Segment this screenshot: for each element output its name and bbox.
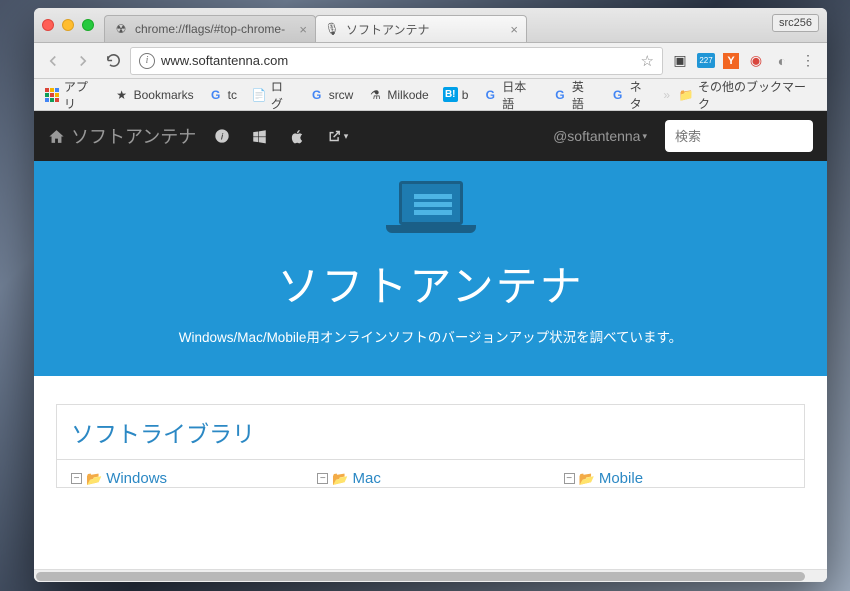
bookmark-star-icon[interactable]: ☆ xyxy=(641,52,654,70)
bookmark-item[interactable]: Gネタ xyxy=(606,76,658,114)
doc-icon: 📄 xyxy=(251,87,267,103)
star-icon: ★ xyxy=(114,87,130,103)
laptop-icon xyxy=(386,181,476,241)
google-icon: G xyxy=(482,87,498,103)
reload-button[interactable] xyxy=(100,48,126,74)
hero-section: ソフトアンテナ Windows/Mac/Mobile用オンラインソフトのバージョ… xyxy=(34,161,827,376)
arrow-left-icon xyxy=(44,52,62,70)
arrow-right-icon xyxy=(74,52,92,70)
page-content: ソフトアンテナ i ▾ @softantenna▾ xyxy=(34,111,827,582)
windows-icon[interactable] xyxy=(252,129,272,144)
bookmark-item[interactable]: ⚗Milkode xyxy=(363,85,432,105)
google-icon: G xyxy=(309,87,325,103)
tab-strip: ☢ chrome://flags/#top-chrome- × 🎙 ソフトアンテ… xyxy=(104,8,819,42)
tab-softantenna[interactable]: 🎙 ソフトアンテナ × xyxy=(315,15,527,42)
apps-icon xyxy=(44,87,60,103)
body-area: ソフトライブラリ − 📂 Windows − 📂 Mac xyxy=(34,376,827,488)
extension-icons: ▣ 227 Y ◉ ◐ ⋮ xyxy=(667,52,821,70)
b-icon: B! xyxy=(443,87,458,102)
window-controls xyxy=(42,19,94,31)
folder-icon: 📁 xyxy=(678,87,694,103)
tab-flags[interactable]: ☢ chrome://flags/#top-chrome- × xyxy=(104,15,316,42)
forward-button[interactable] xyxy=(70,48,96,74)
tree-collapse-icon[interactable]: − xyxy=(317,473,328,484)
library-link-mac[interactable]: − 📂 Mac xyxy=(317,470,543,487)
twitter-handle[interactable]: @softantenna▾ xyxy=(553,128,647,144)
bookmark-item[interactable]: ★Bookmarks xyxy=(110,85,198,105)
horizontal-scrollbar[interactable] xyxy=(34,569,827,582)
titlebar: ☢ chrome://flags/#top-chrome- × 🎙 ソフトアンテ… xyxy=(34,8,827,43)
bookmark-item[interactable]: B!b xyxy=(439,85,473,104)
maximize-window-button[interactable] xyxy=(82,19,94,31)
close-tab-icon[interactable]: × xyxy=(299,22,307,37)
home-icon xyxy=(48,128,65,145)
scrollbar-thumb[interactable] xyxy=(36,572,805,581)
extension-icon[interactable]: ◐ xyxy=(773,52,791,70)
browser-window: ☢ chrome://flags/#top-chrome- × 🎙 ソフトアンテ… xyxy=(34,8,827,582)
bookmark-item[interactable]: Gsrcw xyxy=(305,85,358,105)
extension-icon[interactable]: ▣ xyxy=(671,52,689,70)
tree-collapse-icon[interactable]: − xyxy=(71,473,82,484)
tree-collapse-icon[interactable]: − xyxy=(564,473,575,484)
apps-label: アプリ xyxy=(64,78,100,112)
other-bookmarks[interactable]: 📁 その他のブックマーク xyxy=(674,76,821,114)
close-tab-icon[interactable]: × xyxy=(510,22,518,37)
search-input[interactable] xyxy=(665,120,813,152)
info-icon[interactable]: i xyxy=(214,128,234,144)
tab-title: ソフトアンテナ xyxy=(346,21,510,38)
external-link-icon[interactable]: ▾ xyxy=(328,129,348,143)
bookmark-item[interactable]: G英語 xyxy=(548,76,600,114)
mic-icon: 🎙 xyxy=(324,21,340,37)
google-icon: G xyxy=(610,87,626,103)
hero-title: ソフトアンテナ xyxy=(54,253,807,314)
address-bar[interactable]: i www.softantenna.com ☆ xyxy=(130,47,663,75)
site-info-icon[interactable]: i xyxy=(139,53,155,69)
apple-icon[interactable] xyxy=(290,128,310,145)
extension-icon[interactable]: 227 xyxy=(697,53,715,68)
folder-open-icon: 📂 xyxy=(86,471,102,487)
library-link-mobile[interactable]: − 📂 Mobile xyxy=(564,470,790,487)
hero-subtitle: Windows/Mac/Mobile用オンラインソフトのバージョンアップ状況を調… xyxy=(54,326,807,346)
google-icon: G xyxy=(208,87,224,103)
separator: » xyxy=(663,88,670,102)
google-icon: G xyxy=(552,87,568,103)
site-brand[interactable]: ソフトアンテナ xyxy=(48,123,196,149)
site-navbar: ソフトアンテナ i ▾ @softantenna▾ xyxy=(34,111,827,161)
folder-open-icon: 📂 xyxy=(332,471,348,487)
bookmarks-bar: アプリ ★Bookmarks Gtc 📄ログ Gsrcw ⚗Milkode B!… xyxy=(34,79,827,111)
tab-title: chrome://flags/#top-chrome- xyxy=(135,22,299,36)
minimize-window-button[interactable] xyxy=(62,19,74,31)
close-window-button[interactable] xyxy=(42,19,54,31)
menu-button[interactable]: ⋮ xyxy=(799,52,817,70)
library-link-windows[interactable]: − 📂 Windows xyxy=(71,470,297,487)
profile-badge[interactable]: src256 xyxy=(772,14,819,32)
toolbar: i www.softantenna.com ☆ ▣ 227 Y ◉ ◐ ⋮ xyxy=(34,43,827,79)
bookmark-item[interactable]: Gtc xyxy=(204,85,241,105)
section-title: ソフトライブラリ xyxy=(56,404,805,459)
back-button[interactable] xyxy=(40,48,66,74)
extension-icon[interactable]: ◉ xyxy=(747,52,765,70)
extension-icon[interactable]: Y xyxy=(723,53,739,69)
bookmark-item[interactable]: 📄ログ xyxy=(247,76,299,114)
url-text: www.softantenna.com xyxy=(161,53,635,68)
flask-icon: ⚗ xyxy=(367,87,383,103)
reload-icon xyxy=(105,52,122,69)
library-grid: − 📂 Windows − 📂 Mac − 📂 xyxy=(56,459,805,488)
radioactive-icon: ☢ xyxy=(113,21,129,37)
bookmark-item[interactable]: G日本語 xyxy=(478,76,542,114)
apps-button[interactable]: アプリ xyxy=(40,76,104,114)
folder-open-icon: 📂 xyxy=(579,471,595,487)
